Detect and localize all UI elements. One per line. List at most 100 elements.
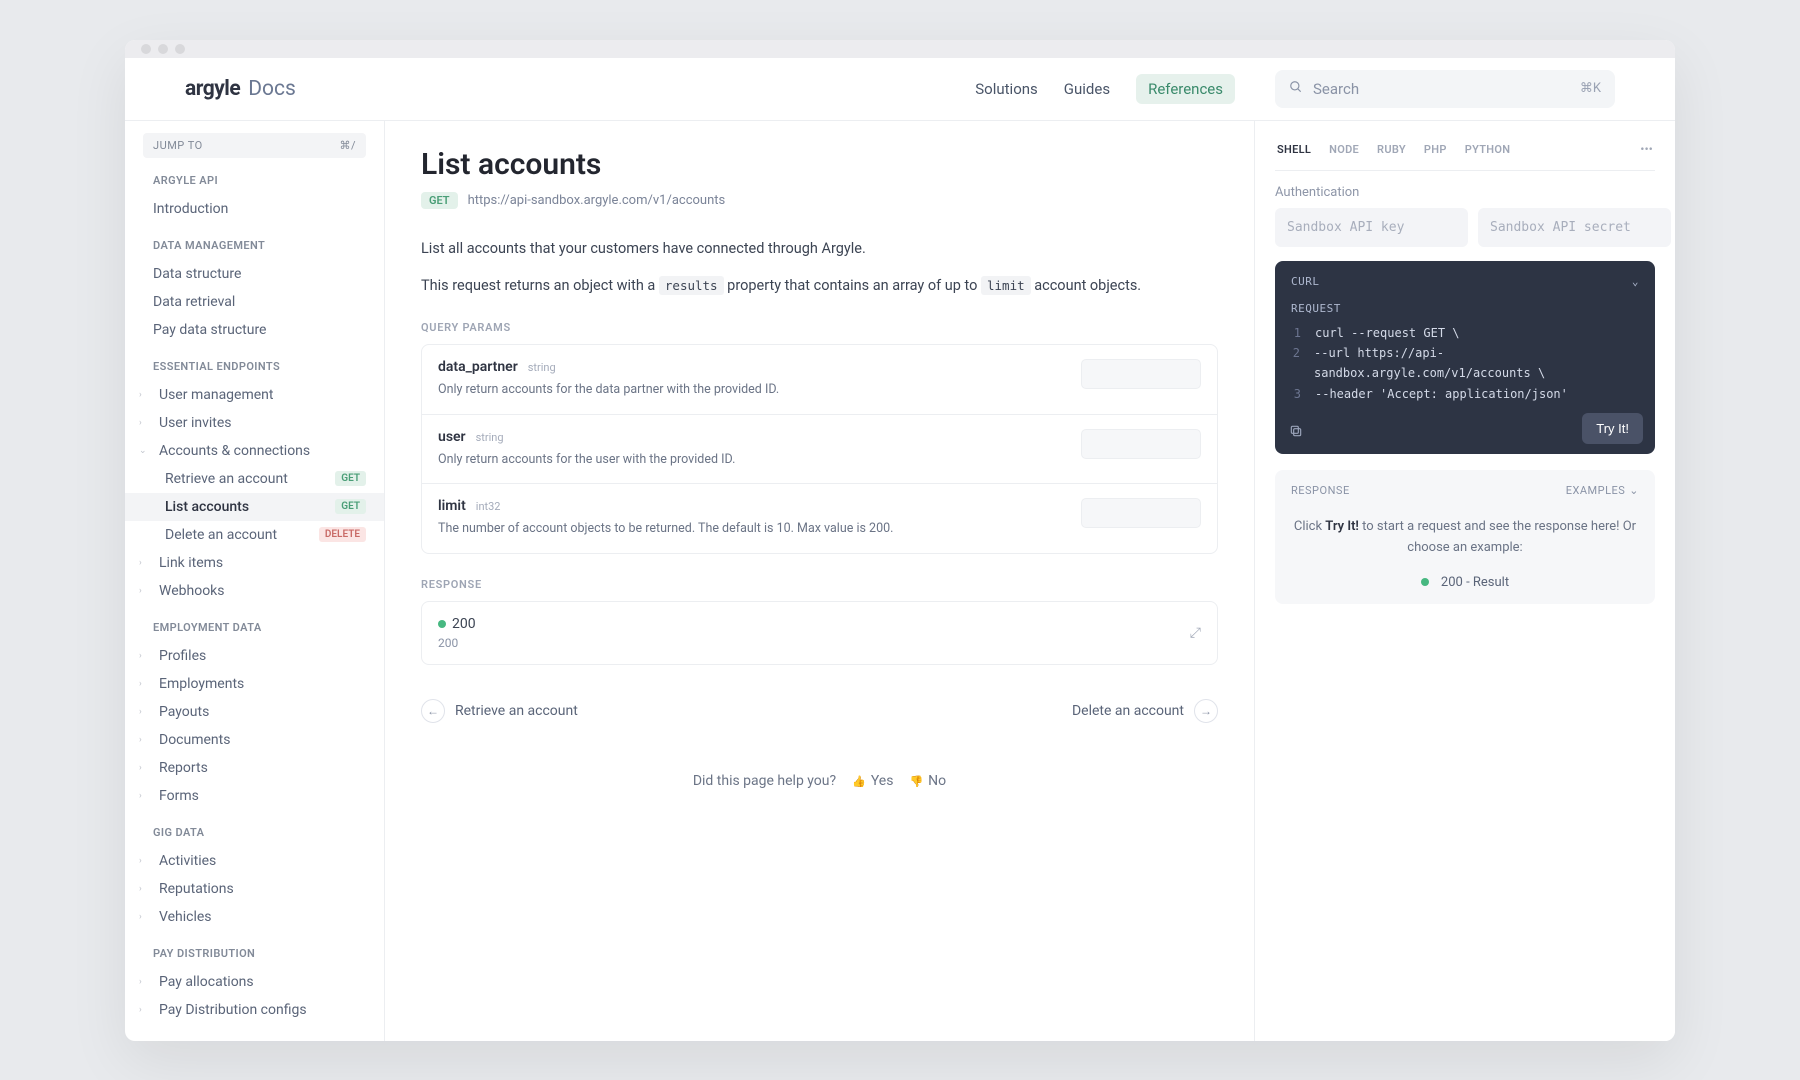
param-input[interactable]	[1081, 359, 1201, 389]
logo[interactable]: argyle Docs	[185, 77, 296, 101]
sidebar-item-forms[interactable]: ›Forms	[125, 782, 384, 810]
sidebar-item-documents[interactable]: ›Documents	[125, 726, 384, 754]
nav-solutions[interactable]: Solutions	[975, 80, 1038, 98]
next-label: Delete an account	[1072, 703, 1184, 719]
lang-tab-python[interactable]: PYTHON	[1465, 143, 1511, 156]
lang-tab-php[interactable]: PHP	[1424, 143, 1447, 156]
chrome-dot	[175, 44, 185, 54]
sidebar-item-label: Pay Distribution configs	[159, 1002, 307, 1018]
endpoint-url: https://api-sandbox.argyle.com/v1/accoun…	[468, 193, 726, 208]
thumbs-up-icon: 👍	[852, 775, 866, 788]
examples-dropdown[interactable]: EXAMPLES⌄	[1566, 484, 1639, 497]
sidebar-item-pay-allocations[interactable]: ›Pay allocations	[125, 968, 384, 996]
chevron-right-icon: ›	[139, 791, 149, 801]
param-row: data_partnerstring Only return accounts …	[422, 345, 1217, 415]
response-panel: RESPONSE EXAMPLES⌄ Click Try It! to star…	[1275, 470, 1655, 604]
auth-label: Authentication	[1275, 185, 1655, 200]
lang-tab-shell[interactable]: SHELL	[1277, 143, 1311, 156]
chevron-right-icon: ›	[139, 707, 149, 717]
sidebar-item-activities[interactable]: ›Activities	[125, 847, 384, 875]
sidebar-item-data-structure[interactable]: Data structure	[125, 260, 384, 288]
top-header: argyle Docs Solutions Guides References …	[125, 58, 1675, 121]
param-name: limit	[438, 498, 466, 514]
sidebar-heading: GIG DATA	[153, 826, 384, 839]
chevron-down-icon: ⌄	[1629, 484, 1639, 497]
response-example[interactable]: 200 - Result	[1291, 575, 1639, 590]
sidebar-item-list-accounts[interactable]: List accountsGET	[125, 493, 384, 521]
code-request-label: REQUEST	[1291, 302, 1639, 315]
param-name: user	[438, 429, 466, 445]
sidebar-heading: EMPLOYMENT DATA	[153, 621, 384, 634]
sidebar-item-label: Vehicles	[159, 909, 212, 925]
prev-link[interactable]: ←Retrieve an account	[421, 699, 578, 723]
sidebar-item-label: User invites	[159, 415, 232, 431]
response-row[interactable]: 200 200 ⤢	[421, 601, 1218, 665]
sidebar-item-vehicles[interactable]: ›Vehicles	[125, 903, 384, 931]
param-input[interactable]	[1081, 429, 1201, 459]
search-input[interactable]: Search ⌘K	[1275, 70, 1615, 108]
nav-guides[interactable]: Guides	[1064, 80, 1110, 98]
sidebar-item-link-items[interactable]: › Link items	[125, 549, 384, 577]
sidebar-item-reputations[interactable]: ›Reputations	[125, 875, 384, 903]
sidebar-item-data-retrieval[interactable]: Data retrieval	[125, 288, 384, 316]
try-it-button[interactable]: Try It!	[1582, 413, 1643, 444]
arrow-right-icon: →	[1194, 699, 1218, 723]
sidebar-item-webhooks[interactable]: ›Webhooks	[125, 577, 384, 605]
copy-icon[interactable]	[1289, 424, 1303, 442]
description: This request returns an object with a re…	[421, 274, 1218, 297]
lang-tab-node[interactable]: NODE	[1329, 143, 1359, 156]
sidebar-item-payouts[interactable]: › Payouts	[125, 698, 384, 726]
api-key-input[interactable]	[1275, 208, 1468, 247]
chevron-right-icon: ›	[139, 763, 149, 773]
status-code: 200	[452, 616, 476, 632]
chevron-right-icon: ›	[139, 651, 149, 661]
sidebar-item-label: Accounts & connections	[159, 443, 310, 459]
code-body: 1curl --request GET \ 2 --url https://ap…	[1291, 323, 1639, 405]
sidebar-item-retrieve-account[interactable]: Retrieve an accountGET	[125, 465, 384, 493]
endpoint-row: GET https://api-sandbox.argyle.com/v1/ac…	[421, 192, 1218, 209]
sidebar-item-pay-distribution-configs[interactable]: ›Pay Distribution configs	[125, 996, 384, 1024]
lang-more-icon[interactable]: •••	[1640, 143, 1653, 156]
sidebar-item-pay-data-structure[interactable]: Pay data structure	[125, 316, 384, 344]
api-secret-input[interactable]	[1478, 208, 1671, 247]
method-badge: GET	[421, 192, 458, 209]
sidebar-item-user-invites[interactable]: ›User invites	[125, 409, 384, 437]
lang-tab-ruby[interactable]: RUBY	[1377, 143, 1406, 156]
chevron-right-icon: ›	[139, 558, 149, 568]
param-desc: The number of account objects to be retu…	[438, 520, 1065, 539]
sidebar-item-label: List accounts	[165, 499, 249, 515]
page-title: List accounts	[421, 147, 1218, 182]
nav-references[interactable]: References	[1136, 74, 1235, 104]
expand-icon[interactable]: ⤢	[1190, 625, 1201, 641]
param-input[interactable]	[1081, 498, 1201, 528]
chevron-right-icon: ›	[139, 735, 149, 745]
sidebar-item-introduction[interactable]: Introduction	[125, 195, 384, 223]
jump-to[interactable]: JUMP TO ⌘/	[143, 133, 366, 158]
sidebar-item-accounts[interactable]: ⌄Accounts & connections	[125, 437, 384, 465]
sidebar-item-label: Reports	[159, 760, 208, 776]
search-icon	[1289, 80, 1303, 98]
sidebar-item-employments[interactable]: ›Employments	[125, 670, 384, 698]
sidebar-item-label: Link items	[159, 555, 223, 571]
sidebar-item-user-management[interactable]: ›User management	[125, 381, 384, 409]
sidebar-item-label: Payouts	[159, 704, 209, 720]
sidebar-item-profiles[interactable]: › Profiles	[125, 642, 384, 670]
sidebar-item-reports[interactable]: › Reports	[125, 754, 384, 782]
thumbs-down-icon: 👎	[909, 775, 923, 788]
primary-nav: Solutions Guides References	[975, 74, 1235, 104]
param-type: string	[476, 431, 504, 444]
sidebar-item-label: Profiles	[159, 648, 206, 664]
sidebar-item-label: Data retrieval	[153, 294, 235, 310]
feedback-no[interactable]: 👎No	[909, 773, 946, 789]
chevron-down-icon[interactable]: ⌄	[1632, 275, 1639, 288]
next-link[interactable]: Delete an account →	[1072, 699, 1218, 723]
sidebar-item-label: Introduction	[153, 201, 228, 217]
sidebar-heading: DATA MANAGEMENT	[153, 239, 384, 252]
prev-label: Retrieve an account	[455, 703, 578, 719]
sidebar-item-label: Data structure	[153, 266, 241, 282]
feedback-yes[interactable]: 👍Yes	[852, 773, 893, 789]
status-dot-icon	[1421, 578, 1429, 586]
logo-brand: argyle	[185, 77, 240, 101]
sidebar-item-delete-account[interactable]: Delete an accountDELETE	[125, 521, 384, 549]
section-label: RESPONSE	[421, 578, 1218, 591]
